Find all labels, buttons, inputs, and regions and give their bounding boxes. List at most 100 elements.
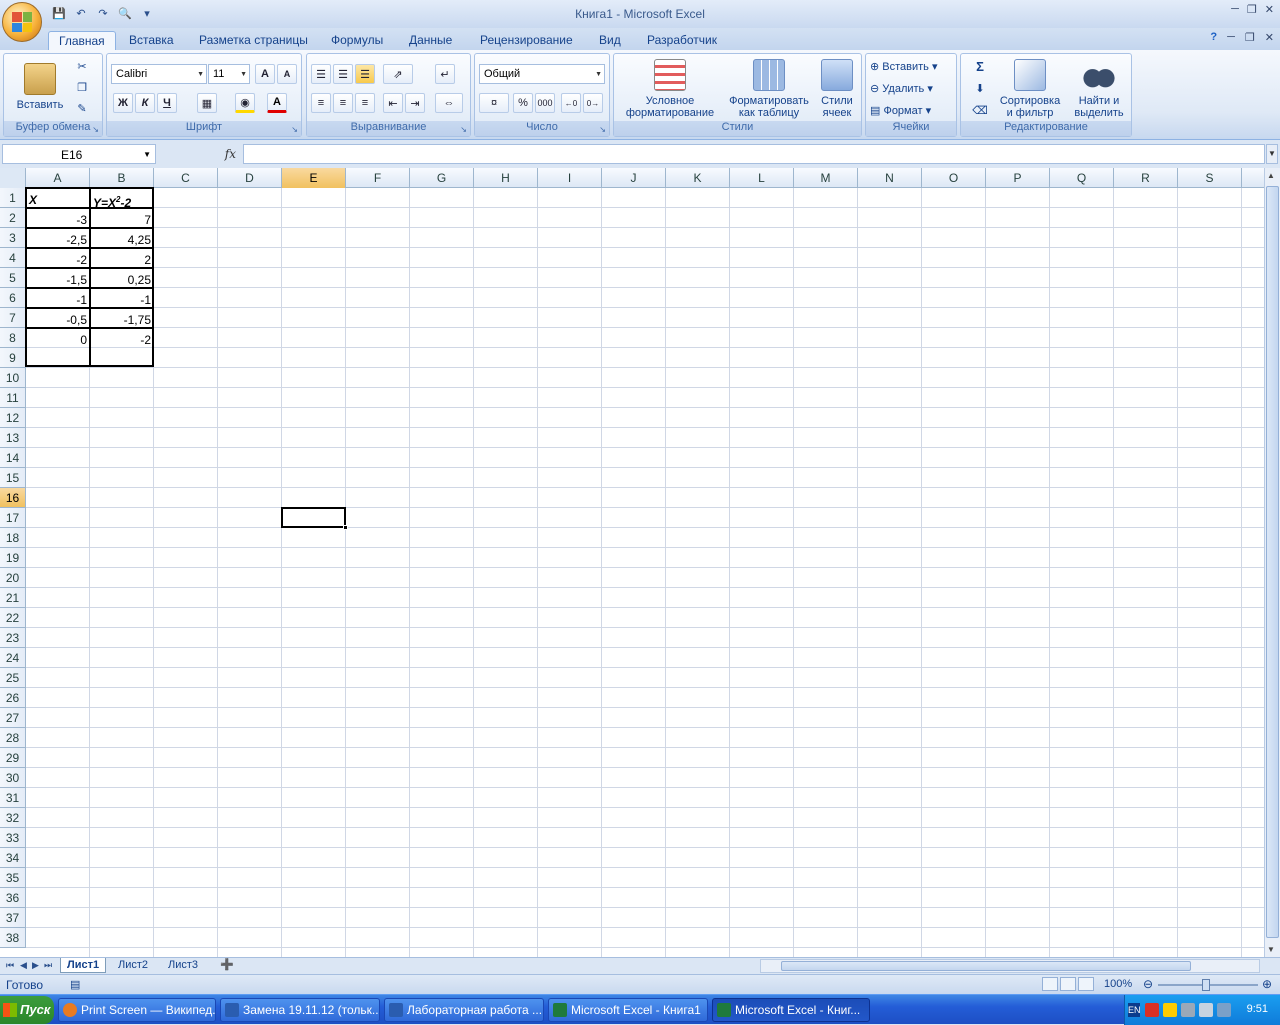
row-header[interactable]: 5 bbox=[0, 268, 26, 288]
column-header[interactable]: I bbox=[538, 168, 602, 188]
orientation-icon[interactable]: ⇗ bbox=[383, 64, 413, 84]
merge-center-icon[interactable]: ⇔ bbox=[435, 93, 463, 113]
row-header[interactable]: 31 bbox=[0, 788, 26, 808]
vertical-scroll-thumb[interactable] bbox=[1266, 186, 1279, 938]
column-header[interactable]: B bbox=[90, 168, 154, 188]
row-header[interactable]: 32 bbox=[0, 808, 26, 828]
page-layout-view-icon[interactable] bbox=[1060, 977, 1076, 991]
row-header[interactable]: 2 bbox=[0, 208, 26, 228]
cell-styles-button[interactable]: Стили ячеек bbox=[814, 58, 860, 120]
zoom-slider-thumb[interactable] bbox=[1202, 979, 1210, 991]
column-header[interactable]: N bbox=[858, 168, 922, 188]
zoom-level[interactable]: 100% bbox=[1104, 978, 1132, 990]
wb-close-icon[interactable]: ✕ bbox=[1265, 31, 1274, 44]
office-button[interactable] bbox=[2, 2, 42, 42]
row-header[interactable]: 18 bbox=[0, 528, 26, 548]
row-header[interactable]: 9 bbox=[0, 348, 26, 368]
row-header[interactable]: 29 bbox=[0, 748, 26, 768]
dialog-launcher-icon[interactable]: ↘ bbox=[599, 125, 606, 134]
increase-decimal-icon[interactable]: ←0 bbox=[561, 93, 581, 113]
format-as-table-button[interactable]: Форматировать как таблицу bbox=[724, 58, 814, 120]
column-header[interactable]: Q bbox=[1050, 168, 1114, 188]
fill-handle[interactable] bbox=[343, 525, 348, 530]
vertical-scrollbar[interactable]: ▲ ▼ bbox=[1264, 168, 1280, 957]
column-header[interactable]: M bbox=[794, 168, 858, 188]
wrap-text-icon[interactable]: ↵ bbox=[435, 64, 455, 84]
align-left-icon[interactable]: ≡ bbox=[311, 93, 331, 113]
taskbar-item-excel-1[interactable]: Microsoft Excel - Книга1 bbox=[548, 998, 708, 1022]
tab-home[interactable]: Главная bbox=[48, 31, 116, 50]
column-header[interactable]: P bbox=[986, 168, 1050, 188]
row-header[interactable]: 26 bbox=[0, 688, 26, 708]
row-header[interactable]: 28 bbox=[0, 728, 26, 748]
cut-icon[interactable]: ✂ bbox=[72, 58, 92, 76]
column-header[interactable]: E bbox=[282, 168, 346, 188]
conditional-formatting-button[interactable]: Условное форматирование bbox=[616, 58, 724, 120]
column-header[interactable]: L bbox=[730, 168, 794, 188]
row-header[interactable]: 23 bbox=[0, 628, 26, 648]
font-color-icon[interactable]: A bbox=[267, 93, 287, 113]
row-header[interactable]: 20 bbox=[0, 568, 26, 588]
row-header[interactable]: 4 bbox=[0, 248, 26, 268]
number-format-combo[interactable]: Общий ▼ bbox=[479, 64, 605, 84]
delete-cells-button[interactable]: ⊖ Удалить ▾ bbox=[870, 80, 954, 98]
taskbar-item-word-1[interactable]: Замена 19.11.12 (тольк... bbox=[220, 998, 380, 1022]
row-header[interactable]: 36 bbox=[0, 888, 26, 908]
row-header[interactable]: 10 bbox=[0, 368, 26, 388]
row-header[interactable]: 11 bbox=[0, 388, 26, 408]
column-header[interactable]: S bbox=[1178, 168, 1242, 188]
shrink-font-icon[interactable]: A bbox=[277, 64, 297, 84]
row-header[interactable]: 3 bbox=[0, 228, 26, 248]
taskbar-item-browser[interactable]: Print Screen — Википед... bbox=[58, 998, 216, 1022]
bold-button[interactable]: Ж bbox=[113, 93, 133, 113]
zoom-in-icon[interactable]: ⊕ bbox=[1262, 977, 1272, 991]
start-button[interactable]: Пуск bbox=[0, 996, 54, 1024]
wb-minimize-icon[interactable]: ─ bbox=[1227, 31, 1235, 44]
align-center-icon[interactable]: ≡ bbox=[333, 93, 353, 113]
column-header[interactable]: K bbox=[666, 168, 730, 188]
formula-input[interactable] bbox=[243, 144, 1265, 164]
horizontal-scroll-thumb[interactable] bbox=[781, 961, 1191, 971]
tab-developer[interactable]: Разработчик bbox=[637, 31, 727, 50]
horizontal-scrollbar[interactable] bbox=[760, 959, 1260, 973]
italic-button[interactable]: К bbox=[135, 93, 155, 113]
help-icon[interactable]: ? bbox=[1210, 31, 1217, 44]
restore-icon[interactable]: ❐ bbox=[1247, 3, 1257, 16]
column-header[interactable]: C bbox=[154, 168, 218, 188]
row-header[interactable]: 14 bbox=[0, 448, 26, 468]
last-sheet-icon[interactable]: ⏭ bbox=[44, 960, 52, 971]
row-header[interactable]: 24 bbox=[0, 648, 26, 668]
language-indicator[interactable]: EN bbox=[1128, 1003, 1141, 1017]
ati-icon[interactable] bbox=[1145, 1003, 1159, 1017]
fill-icon[interactable]: ⬇ bbox=[965, 80, 995, 98]
font-size-combo[interactable]: 11 ▼ bbox=[208, 64, 250, 84]
network-icon[interactable] bbox=[1181, 1003, 1195, 1017]
scroll-down-icon[interactable]: ▼ bbox=[1267, 945, 1275, 954]
worksheet-grid[interactable]: ABCDEFGHIJKLMNOPQRS 1 2 3 4 5 6 7 8 9 10 11 12 13 14 1… bbox=[0, 168, 1264, 957]
format-cells-button[interactable]: ▤ Формат ▾ bbox=[870, 102, 954, 120]
format-painter-icon[interactable]: ✎ bbox=[72, 100, 92, 118]
row-header[interactable]: 34 bbox=[0, 848, 26, 868]
insert-function-icon[interactable]: fx bbox=[160, 144, 242, 164]
align-top-icon[interactable]: ☰ bbox=[311, 64, 331, 84]
sheet-tab-3[interactable]: Лист3 bbox=[162, 958, 204, 973]
borders-icon[interactable]: ▦ bbox=[197, 93, 217, 113]
normal-view-icon[interactable] bbox=[1042, 977, 1058, 991]
column-header[interactable]: R bbox=[1114, 168, 1178, 188]
row-header[interactable]: 21 bbox=[0, 588, 26, 608]
row-header[interactable]: 38 bbox=[0, 928, 26, 948]
sheet-tab-2[interactable]: Лист2 bbox=[112, 958, 154, 973]
decrease-indent-icon[interactable]: ⇤ bbox=[383, 93, 403, 113]
taskbar-item-word-2[interactable]: Лабораторная работа ... bbox=[384, 998, 544, 1022]
warning-icon[interactable] bbox=[1163, 1003, 1177, 1017]
autosum-icon[interactable]: Σ bbox=[965, 58, 995, 76]
increase-indent-icon[interactable]: ⇥ bbox=[405, 93, 425, 113]
column-header[interactable]: J bbox=[602, 168, 666, 188]
underline-button[interactable]: Ч bbox=[157, 93, 177, 113]
row-header[interactable]: 25 bbox=[0, 668, 26, 688]
sheet-tab-1[interactable]: Лист1 bbox=[60, 958, 107, 973]
align-right-icon[interactable]: ≡ bbox=[355, 93, 375, 113]
name-box[interactable]: E16 ▼ bbox=[2, 144, 156, 164]
row-header[interactable]: 15 bbox=[0, 468, 26, 488]
tab-view[interactable]: Вид bbox=[589, 31, 631, 50]
